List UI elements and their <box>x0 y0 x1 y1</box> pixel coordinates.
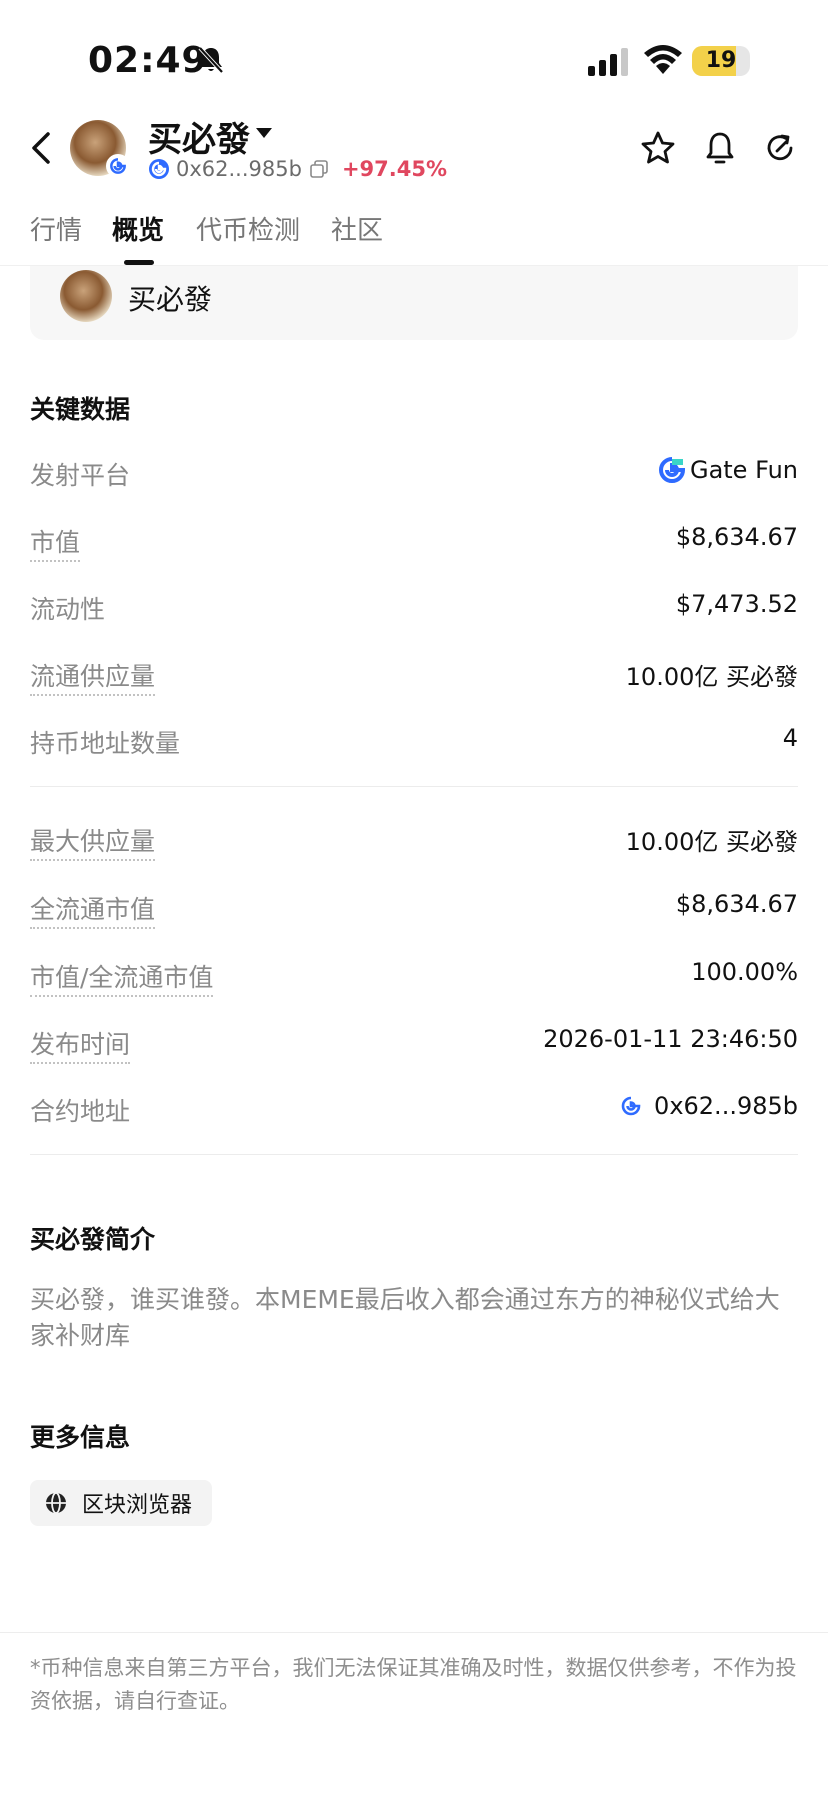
tab-community[interactable]: 社区 <box>331 210 383 247</box>
data-row-max-supply: 最大供应量 10.00亿 买必發 <box>30 818 798 861</box>
row-label: 发射平台 <box>30 461 131 490</box>
price-change-percent: +97.45% <box>341 157 448 181</box>
disclaimer-text: *币种信息来自第三方平台，我们无法保证其准确及时性，数据仅供参考，不作为投资依据… <box>30 1656 797 1713</box>
row-value: 2026-01-11 23:46:50 <box>543 1025 798 1053</box>
intro-title: 买必發简介 <box>30 1225 156 1254</box>
row-value: Gate Fun <box>658 456 798 484</box>
launch-platform-value: Gate Fun <box>689 456 798 484</box>
gate-chain-icon <box>621 1096 641 1116</box>
data-row-launch-platform: 发射平台 Gate Fun <box>30 452 798 492</box>
data-row-fdv: 全流通市值 $8,634.67 <box>30 886 798 929</box>
copy-icon[interactable] <box>310 160 328 178</box>
data-row-liquidity: 流动性 $7,473.52 <box>30 586 798 626</box>
row-value: $7,473.52 <box>675 590 798 618</box>
intro-text: 买必發，谁买谁發。本MEME最后收入都会通过东方的神秘仪式给大家补财库 <box>30 1285 780 1350</box>
token-card: 买必發 <box>30 266 798 340</box>
data-row-release-time: 发布时间 2026-01-11 23:46:50 <box>30 1021 798 1064</box>
row-value: $8,634.67 <box>675 890 798 918</box>
block-explorer-label: 区块浏览器 <box>82 1493 193 1518</box>
row-label[interactable]: 发布时间 <box>30 1025 131 1064</box>
star-icon[interactable] <box>640 130 676 166</box>
key-data-title: 关键数据 <box>30 395 131 424</box>
row-value: 100.00% <box>691 958 798 986</box>
status-bar: 02:49 19 <box>0 0 828 110</box>
caret-down-icon[interactable] <box>256 128 272 138</box>
data-row-contract-address: 合约地址 0x62...985b <box>30 1088 798 1128</box>
divider <box>0 1632 828 1633</box>
gate-fun-icon <box>659 457 685 483</box>
contract-address-value: 0x62...985b <box>654 1092 798 1120</box>
divider <box>30 1154 798 1155</box>
bell-icon[interactable] <box>702 130 738 166</box>
row-value: 4 <box>782 724 798 752</box>
refresh-icon[interactable] <box>762 130 798 166</box>
row-value: 10.00亿 买必發 <box>625 663 798 691</box>
row-label[interactable]: 全流通市值 <box>30 890 156 929</box>
data-row-market-cap: 市值 $8,634.67 <box>30 519 798 562</box>
row-label: 持币地址数量 <box>30 729 181 758</box>
gate-chain-icon <box>106 154 130 178</box>
block-explorer-button[interactable]: 区块浏览器 <box>30 1480 212 1526</box>
tab-token-check[interactable]: 代币检测 <box>196 210 300 247</box>
data-row-holders: 持币地址数量 4 <box>30 720 798 760</box>
bell-slash-icon <box>198 46 224 74</box>
battery-percentage: 19 <box>705 48 737 73</box>
token-avatar <box>60 270 112 322</box>
more-info-title: 更多信息 <box>30 1423 131 1452</box>
tab-market[interactable]: 行情 <box>30 210 82 247</box>
globe-icon <box>46 1492 66 1514</box>
token-card-name: 买必發 <box>128 283 213 316</box>
row-label: 合约地址 <box>30 1097 131 1126</box>
row-value[interactable]: 0x62...985b <box>620 1092 798 1120</box>
wifi-icon <box>644 45 682 74</box>
row-label[interactable]: 市值 <box>30 523 81 562</box>
token-sub-info: 0x62...985b +97.45% <box>148 154 447 184</box>
row-value: $8,634.67 <box>675 523 798 551</box>
row-label[interactable]: 最大供应量 <box>30 822 156 861</box>
back-arrow-icon[interactable] <box>26 128 60 168</box>
cellular-signal-icon <box>588 48 628 76</box>
status-time: 02:49 <box>88 40 208 81</box>
data-row-circulating-supply: 流通供应量 10.00亿 买必發 <box>30 653 798 696</box>
row-label[interactable]: 市值/全流通市值 <box>30 958 214 997</box>
contract-address-short: 0x62...985b <box>176 157 302 181</box>
row-label: 流动性 <box>30 595 106 624</box>
row-value: 10.00亿 买必發 <box>625 828 798 856</box>
active-tab-indicator <box>124 260 154 265</box>
row-label[interactable]: 流通供应量 <box>30 657 156 696</box>
gate-chain-icon <box>149 159 169 179</box>
data-row-mc-fdv-ratio: 市值/全流通市值 100.00% <box>30 954 798 997</box>
divider <box>30 786 798 787</box>
token-header: 买必發 0x62...985b +97.45% <box>0 110 828 200</box>
tab-bar: 行情 概览 代币检测 社区 <box>0 200 828 266</box>
battery-icon: 19 <box>692 46 750 76</box>
tab-overview[interactable]: 概览 <box>112 210 164 247</box>
